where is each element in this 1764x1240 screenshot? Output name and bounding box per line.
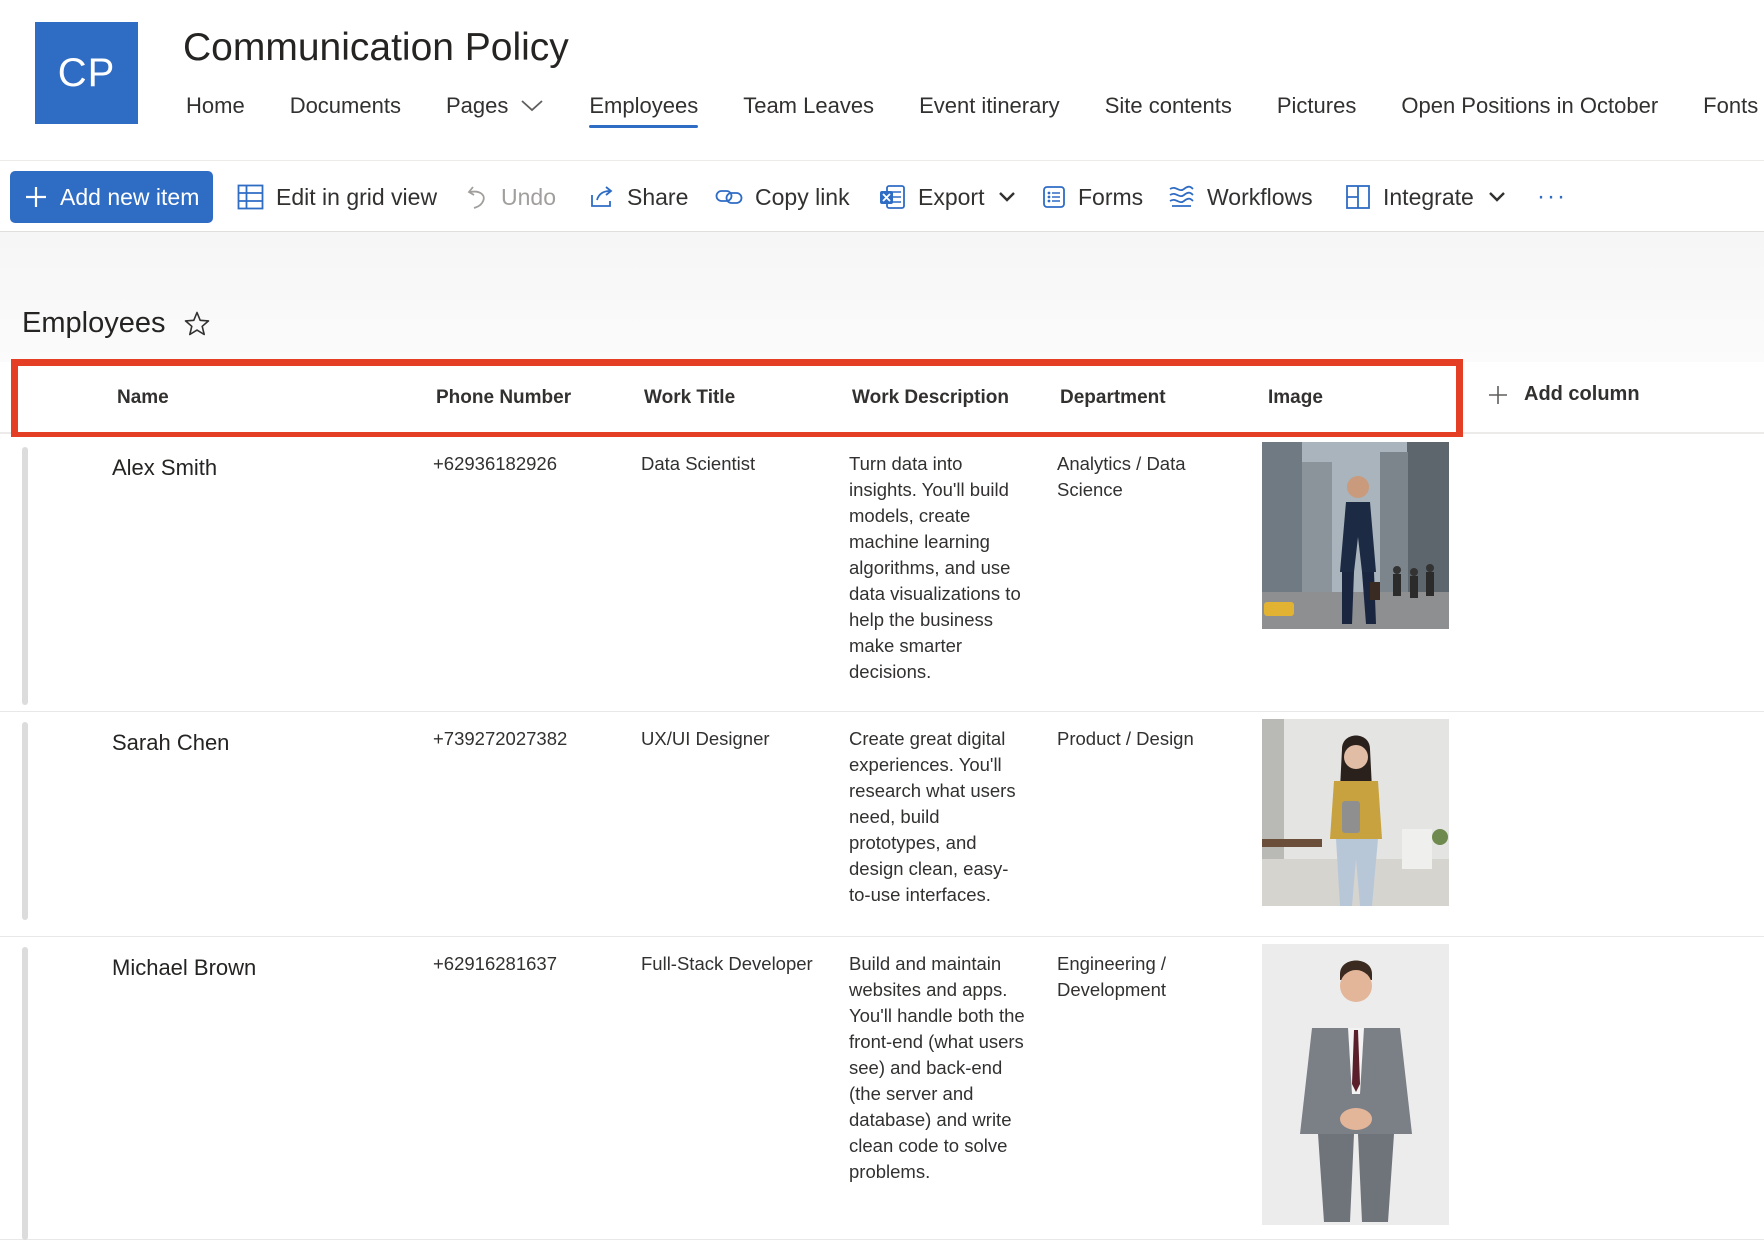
cell-work-description: Build and maintain websites and apps. Yo… <box>849 953 1025 1182</box>
suit-man-photo <box>1262 944 1449 1225</box>
sharepoint-list-page: CP Communication Policy Home Documents P… <box>0 0 1764 1240</box>
list-title: Employees <box>22 307 211 340</box>
undo-label: Undo <box>501 183 556 210</box>
nav-open-positions-label: Open Positions in October <box>1401 93 1659 118</box>
nav-employees-label: Employees <box>589 93 699 118</box>
nav-pages-label: Pages <box>445 93 509 118</box>
nav-team-leaves[interactable]: Team Leaves <box>743 84 874 128</box>
excel-icon <box>880 185 905 209</box>
row-selection-bar[interactable] <box>22 722 28 920</box>
nav-open-positions[interactable]: Open Positions in October <box>1401 84 1658 128</box>
nav-site-contents[interactable]: Site contents <box>1105 84 1232 128</box>
share-icon <box>591 186 613 207</box>
nav-event-itinerary[interactable]: Event itinerary <box>919 84 1060 128</box>
star-icon[interactable] <box>183 310 211 338</box>
nav-documents[interactable]: Documents <box>290 84 401 128</box>
cell-name[interactable]: Sarah Chen <box>112 730 229 756</box>
column-header-work-title[interactable]: Work Title <box>644 387 735 409</box>
column-header-phone-number[interactable]: Phone Number <box>436 387 571 409</box>
add-column-label: Add column <box>1524 383 1640 405</box>
share-button[interactable]: Share <box>589 171 688 223</box>
nav-fonts-label: Fonts <box>1703 93 1759 118</box>
link-icon <box>715 190 743 204</box>
office-woman-photo <box>1262 719 1449 906</box>
column-header-name[interactable]: Name <box>117 387 169 409</box>
integrate-icon <box>1346 185 1370 209</box>
site-logo[interactable]: CP <box>35 22 138 124</box>
undo-icon <box>467 186 485 209</box>
nav-pictures[interactable]: Pictures <box>1277 84 1356 128</box>
add-column-button[interactable]: Add column <box>1488 383 1640 406</box>
site-header: CP Communication Policy Home Documents P… <box>0 0 1764 160</box>
nav-documents-label: Documents <box>289 93 401 118</box>
add-new-item-label: Add new item <box>60 183 200 210</box>
cell-work-title: Full-Stack Developer <box>641 953 813 974</box>
employee-photo[interactable] <box>1262 442 1449 629</box>
cell-department: Analytics / Data Science <box>1057 453 1186 500</box>
nav-employees[interactable]: Employees <box>589 84 698 128</box>
chevron-down-icon[interactable] <box>520 99 544 113</box>
forms-button[interactable]: Forms <box>1042 171 1143 223</box>
forms-label: Forms <box>1078 183 1144 210</box>
cell-work-title: Data Scientist <box>641 453 756 474</box>
command-bar: Add new item Edit in grid view Undo Shar… <box>0 160 1764 232</box>
cell-department: Product / Design <box>1057 728 1194 749</box>
cell-phone-number: +739272027382 <box>433 728 568 749</box>
share-label: Share <box>627 183 689 210</box>
workflows-icon <box>1169 185 1194 207</box>
city-businessman-photo <box>1262 442 1449 629</box>
table-row[interactable]: Alex Smith +62936182926 Data Scientist T… <box>0 437 1764 712</box>
row-selection-bar[interactable] <box>22 947 28 1240</box>
cell-phone-number: +62936182926 <box>433 453 557 474</box>
list-title-text: Employees <box>22 307 166 339</box>
row-selection-bar[interactable] <box>22 447 28 705</box>
column-header-row: Name Phone Number Work Title Work Descri… <box>0 362 1764 434</box>
edit-grid-view-button[interactable]: Edit in grid view <box>237 171 437 223</box>
column-header-department[interactable]: Department <box>1060 387 1166 409</box>
site-navigation: Home Documents Pages Employees Team Leav… <box>186 84 1758 130</box>
edit-grid-view-label: Edit in grid view <box>276 183 438 210</box>
integrate-button[interactable]: Integrate <box>1345 171 1506 223</box>
workflows-button[interactable]: Workflows <box>1167 171 1313 223</box>
content-header-band <box>0 232 1764 362</box>
nav-home-label: Home <box>186 93 245 118</box>
table-row[interactable]: Sarah Chen +739272027382 UX/UI Designer … <box>0 712 1764 937</box>
workflows-label: Workflows <box>1207 183 1313 210</box>
plus-icon <box>26 187 46 207</box>
chevron-down-icon <box>1488 192 1505 202</box>
nav-team-leaves-label: Team Leaves <box>743 93 875 118</box>
copy-link-button[interactable]: Copy link <box>715 171 850 223</box>
nav-event-itinerary-label: Event itinerary <box>919 93 1060 118</box>
nav-fonts[interactable]: Fonts <box>1703 84 1758 128</box>
add-new-item-button[interactable]: Add new item <box>10 171 214 223</box>
copy-link-label: Copy link <box>755 183 850 210</box>
export-button[interactable]: Export <box>878 171 1016 223</box>
grid-icon <box>237 184 264 210</box>
nav-site-contents-label: Site contents <box>1104 93 1232 118</box>
cell-work-description: Turn data into insights. You'll build mo… <box>849 453 1021 682</box>
nav-pictures-label: Pictures <box>1276 93 1357 118</box>
site-title[interactable]: Communication Policy <box>183 26 569 70</box>
cell-work-title: UX/UI Designer <box>641 728 770 749</box>
column-header-work-description[interactable]: Work Description <box>852 387 1009 409</box>
cell-department: Engineering / Development <box>1057 953 1167 1000</box>
nav-home[interactable]: Home <box>186 84 245 128</box>
cell-work-description: Create great digital experiences. You'll… <box>849 728 1016 905</box>
undo-button[interactable]: Undo <box>467 171 556 223</box>
chevron-down-icon <box>999 192 1016 202</box>
plus-icon <box>1489 385 1507 404</box>
column-header-image[interactable]: Image <box>1268 387 1323 409</box>
export-label: Export <box>918 183 985 210</box>
cell-name[interactable]: Michael Brown <box>112 955 256 981</box>
forms-icon <box>1043 186 1065 208</box>
cell-name[interactable]: Alex Smith <box>112 455 217 481</box>
table-row[interactable]: Michael Brown +62916281637 Full-Stack De… <box>0 937 1764 1240</box>
cell-phone-number: +62916281637 <box>433 953 557 974</box>
more-options-button[interactable]: ··· <box>1537 171 1567 223</box>
employee-photo[interactable] <box>1262 944 1449 1225</box>
integrate-label: Integrate <box>1383 183 1474 210</box>
nav-pages[interactable]: Pages <box>446 84 544 128</box>
employee-photo[interactable] <box>1262 719 1449 906</box>
